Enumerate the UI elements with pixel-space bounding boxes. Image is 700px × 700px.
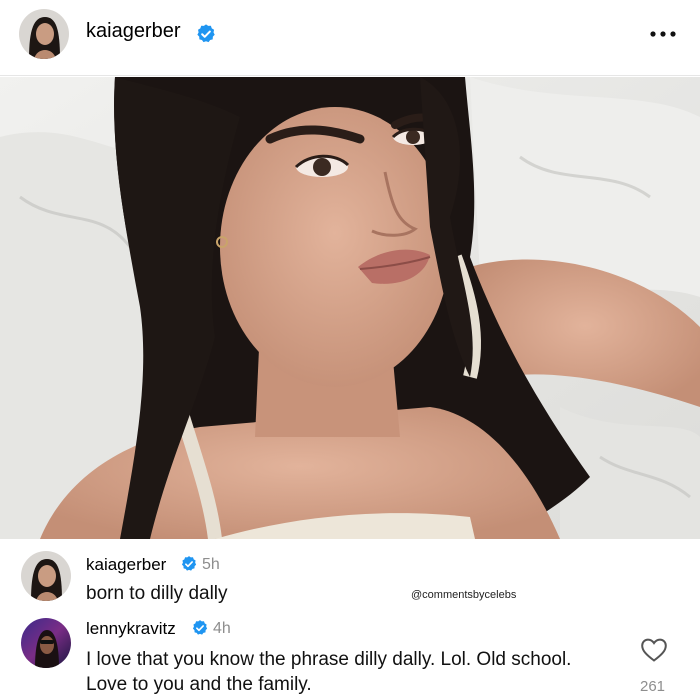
watermark-text: @commentsbycelebs xyxy=(411,589,517,601)
heart-outline-icon[interactable] xyxy=(640,637,668,663)
comment-text: I love that you know the phrase dilly da… xyxy=(86,649,572,695)
verified-badge-icon xyxy=(195,23,217,50)
avatar[interactable] xyxy=(19,9,69,59)
comment-timestamp: 4h xyxy=(213,620,231,637)
more-horizontal-icon[interactable] xyxy=(649,24,677,44)
avatar[interactable] xyxy=(21,551,71,601)
comment-text: born to dilly dally xyxy=(86,583,228,604)
verified-badge-icon xyxy=(180,555,198,578)
avatar[interactable] xyxy=(21,618,71,668)
avatar-image xyxy=(21,551,71,601)
like-count: 261 xyxy=(640,678,666,695)
avatar-image xyxy=(21,618,71,668)
selfie-image xyxy=(0,77,700,539)
comment-item: lennykravitz 4h I love that you know the… xyxy=(0,615,700,700)
post-header: kaiagerber xyxy=(0,0,700,76)
comment-username[interactable]: kaiagerber xyxy=(86,555,166,575)
post-photo[interactable] xyxy=(0,77,700,539)
comment-item: kaiagerber 5h born to dilly dally @comme… xyxy=(0,545,700,615)
comment-username[interactable]: lennykravitz xyxy=(86,619,176,639)
comment-timestamp: 5h xyxy=(202,556,220,573)
verified-badge-icon xyxy=(191,619,209,642)
avatar-image xyxy=(19,9,69,59)
post-username[interactable]: kaiagerber xyxy=(86,20,181,43)
